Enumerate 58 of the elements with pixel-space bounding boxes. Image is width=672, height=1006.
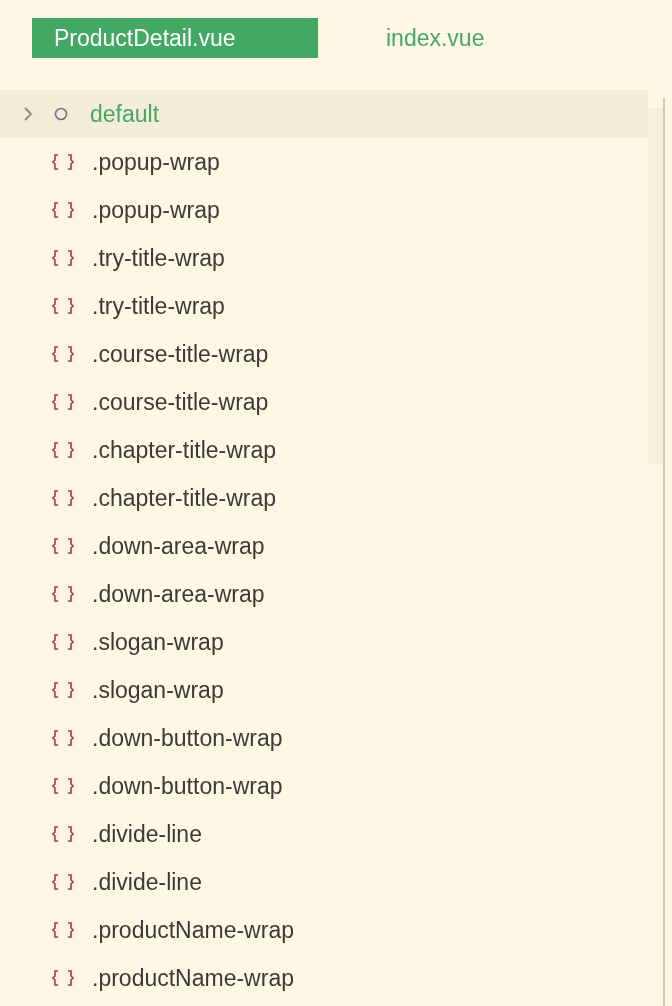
braces-icon <box>52 345 74 363</box>
braces-icon <box>52 153 74 171</box>
outline-item[interactable]: .course-title-wrap <box>0 330 648 378</box>
braces-icon <box>52 441 74 459</box>
outline-item[interactable]: .slogan-wrap <box>0 666 648 714</box>
outline-label: .chapter-title-wrap <box>92 483 277 513</box>
outline-label: .divide-line <box>92 867 202 897</box>
outline-item[interactable]: .try-title-wrap <box>0 234 648 282</box>
braces-icon <box>52 249 74 267</box>
outline-label: .course-title-wrap <box>92 387 269 417</box>
braces-icon <box>52 393 74 411</box>
outline-item[interactable]: .divide-line <box>0 858 648 906</box>
outline-item[interactable]: .down-button-wrap <box>0 714 648 762</box>
braces-icon <box>52 825 74 843</box>
circle-icon <box>54 107 68 121</box>
braces-icon <box>52 201 74 219</box>
outline-item[interactable]: .chapter-title-wrap <box>0 426 648 474</box>
outline-label: .chapter-title-wrap <box>92 435 277 465</box>
outline-label: .try-title-wrap <box>92 291 225 321</box>
outline-item[interactable]: .down-area-wrap <box>0 522 648 570</box>
outline-item[interactable]: .popup-wrap <box>0 186 648 234</box>
outline-item[interactable]: .down-area-wrap <box>0 570 648 618</box>
braces-icon <box>52 777 74 795</box>
outline-label: .down-area-wrap <box>92 579 265 609</box>
outline-label: .productName-wrap <box>92 963 294 993</box>
outline-label: .down-button-wrap <box>92 771 283 801</box>
outline-item[interactable]: .productName-wrap <box>0 954 648 1002</box>
braces-icon <box>52 633 74 651</box>
outline-label: .down-area-wrap <box>92 531 265 561</box>
braces-icon <box>52 585 74 603</box>
outline-label: .down-button-wrap <box>92 723 283 753</box>
braces-icon <box>52 681 74 699</box>
outline-item[interactable]: .course-title-wrap <box>0 378 648 426</box>
braces-icon <box>52 537 74 555</box>
scrollbar-thumb[interactable] <box>648 108 663 464</box>
outline-label: .slogan-wrap <box>92 627 224 657</box>
outline-label: default <box>90 99 160 129</box>
outline-item[interactable]: .slogan-wrap <box>0 618 648 666</box>
outline-item[interactable]: .chapter-title-wrap <box>0 474 648 522</box>
outline-label: .popup-wrap <box>92 195 220 225</box>
outline-item[interactable]: .popup-wrap <box>0 138 648 186</box>
outline-label: .course-title-wrap <box>92 339 269 369</box>
chevron-icon[interactable] <box>22 106 34 122</box>
outline-label: .try-title-wrap <box>92 243 225 273</box>
braces-icon <box>52 873 74 891</box>
braces-icon <box>52 921 74 939</box>
outline-label: .productName-wrap <box>92 915 294 945</box>
outline-item[interactable]: .down-button-wrap <box>0 762 648 810</box>
outline-label: .divide-line <box>92 819 202 849</box>
outline-item[interactable]: .divide-line <box>0 810 648 858</box>
braces-icon <box>52 297 74 315</box>
outline-label: .popup-wrap <box>92 147 220 177</box>
braces-icon <box>52 729 74 747</box>
outline-item[interactable]: .productName-wrap <box>0 906 648 954</box>
outline-item[interactable]: .try-title-wrap <box>0 282 648 330</box>
braces-icon <box>52 969 74 987</box>
braces-icon <box>52 489 74 507</box>
outline-label: .slogan-wrap <box>92 675 224 705</box>
